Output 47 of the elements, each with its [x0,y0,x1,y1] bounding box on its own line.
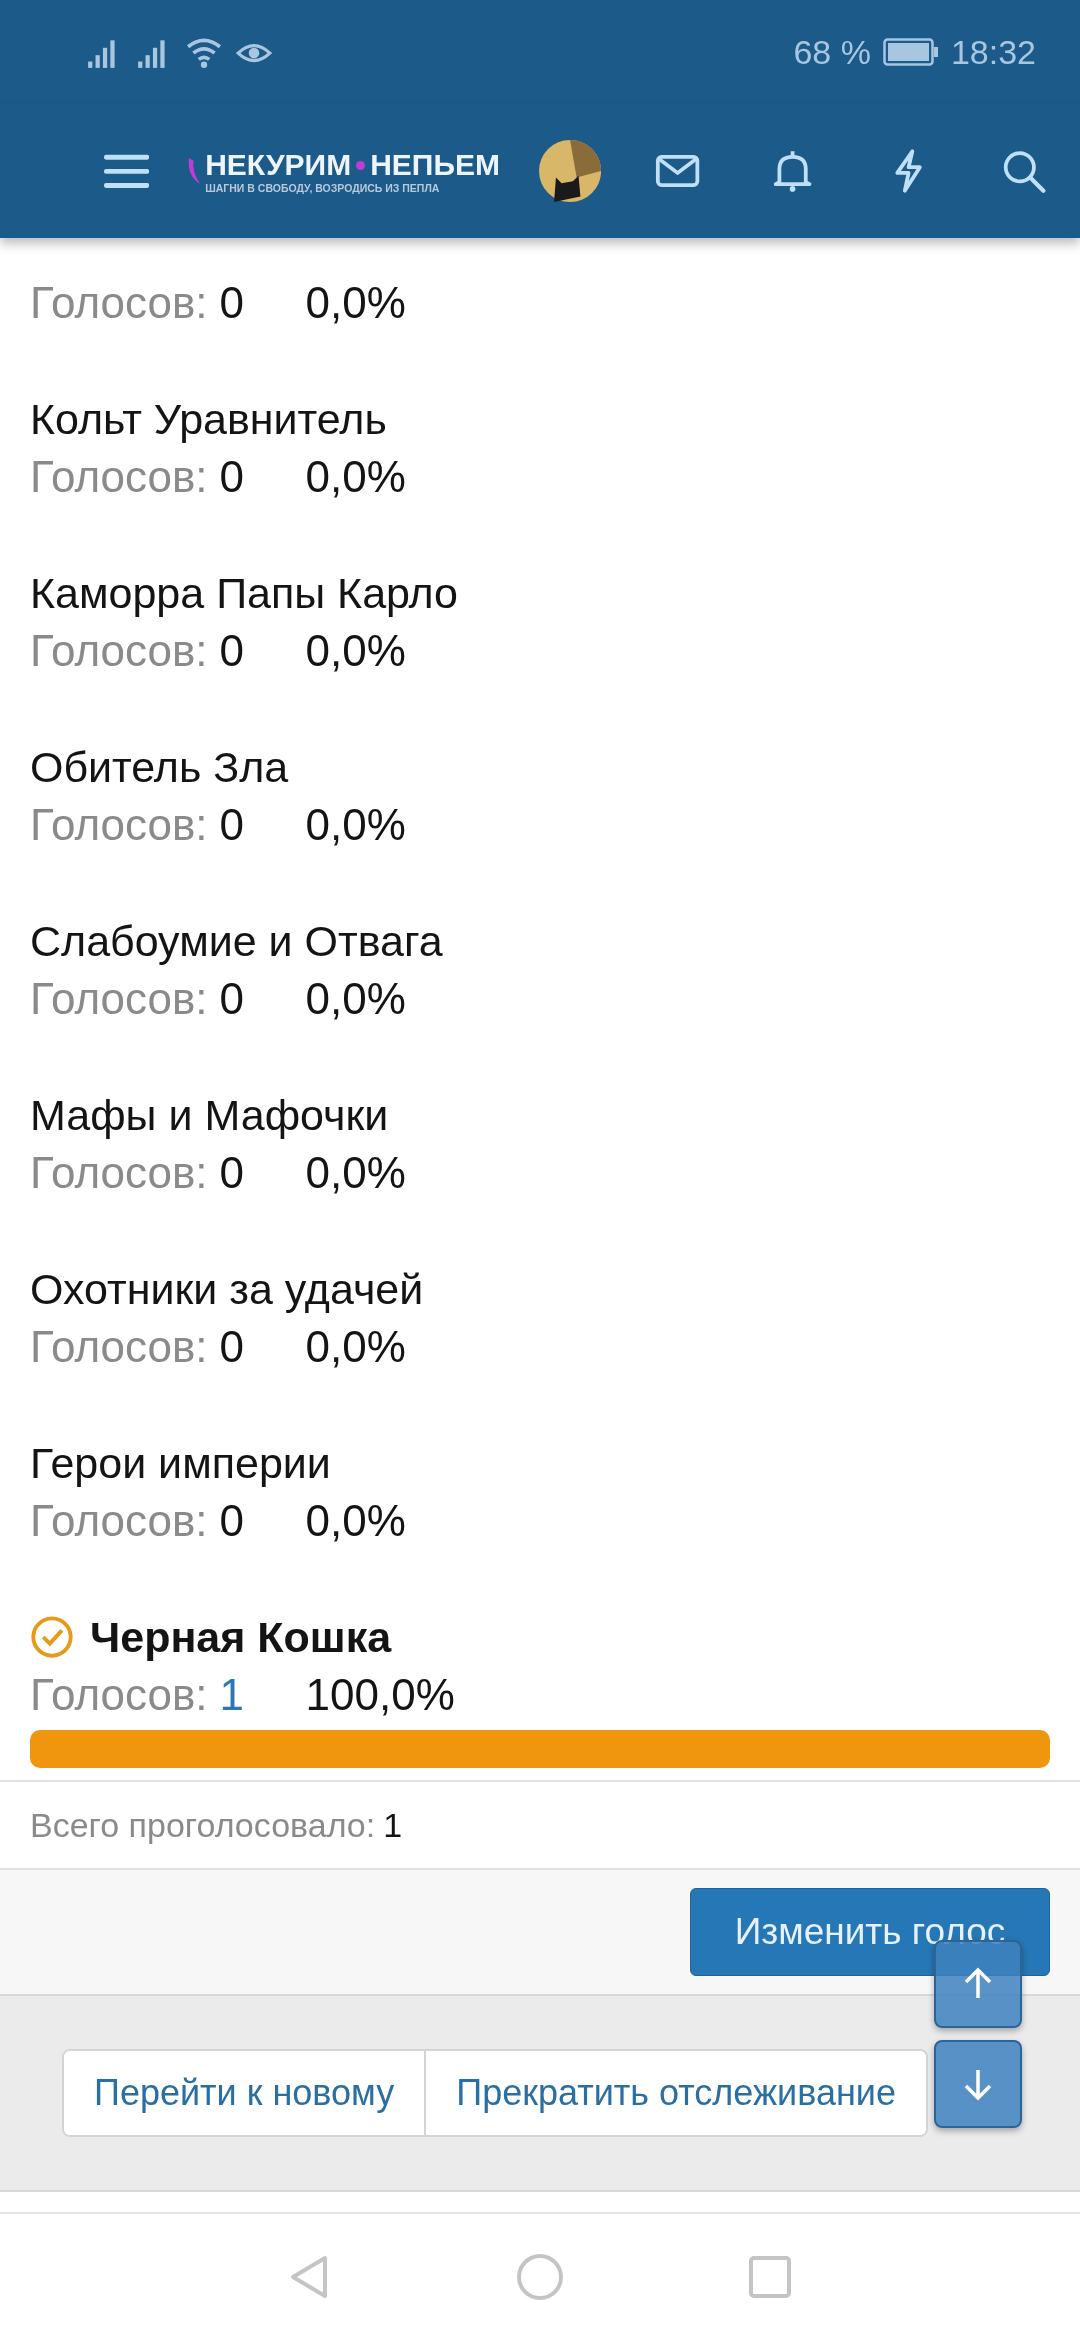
vote-percent: 0,0% [305,1495,406,1547]
logo-title[interactable]: НЕПЬЕМ [370,148,500,182]
total-count: 1 [383,1805,403,1845]
battery-percent: 68 % [793,32,871,72]
votes-count: 0 [219,1495,246,1547]
vote-percent: 0,0% [305,1147,406,1199]
votes-count: 0 [219,973,246,1025]
votes-label: Голосов: [30,973,208,1025]
votes-count: 0 [219,1147,246,1199]
votes-link[interactable]: 1 [219,1666,306,1724]
thread-action-button[interactable]: Прекратить отслеживание [424,2051,926,2135]
option-name: Слабоумие и Отвага [30,916,443,967]
vote-percent: 0,0% [305,973,406,1025]
option-name: Черная Кошка [90,1612,392,1663]
votes-label: Голосов: [30,1321,208,1373]
vote-percent: 0,0% [305,625,406,677]
votes-count: 0 [219,451,246,503]
logo-tagline: ШАГНИ В СВОБОДУ, ВОЗРОДИСЬ ИЗ ПЕПЛА [205,182,441,194]
avatar[interactable] [539,138,602,204]
vote-percent: 0,0% [305,1321,406,1373]
option-name: Каморра Папы Карло [30,568,458,619]
votes-count: 0 [219,625,246,677]
votes-count: 0 [219,799,246,851]
vote-percent: 0,0% [305,451,406,503]
total-label: Всего проголосовало: [30,1805,376,1845]
vote-percent: 0,0% [305,277,406,329]
votes-label: Голосов: [30,1669,208,1721]
votes-count: 0 [219,1321,246,1373]
logo-dot-icon [356,160,366,170]
vote-percent: 0,0% [305,799,406,851]
option-name: Обитель Зла [30,742,289,793]
votes-label: Голосов: [30,799,208,851]
logo-title[interactable]: НЕКУРИМ [205,148,352,182]
option-name: Кольт Уравнитель [30,394,387,445]
option-name: Герои империи [30,1438,331,1489]
votes-label: Голосов: [30,277,208,329]
option-name: Мафы и Мафочки [30,1090,389,1141]
vote-percent: 100,0% [305,1669,455,1721]
option-name: Охотники за удачей [30,1264,424,1315]
votes-count: 0 [219,277,246,329]
clock: 18:32 [950,32,1036,72]
votes-label: Голосов: [30,625,208,677]
scroll-down-button[interactable] [934,2040,1022,2128]
votes-label: Голосов: [30,451,208,503]
votes-label: Голосов: [30,1147,208,1199]
votes-label: Голосов: [30,1495,208,1547]
battery-icon [882,38,939,66]
